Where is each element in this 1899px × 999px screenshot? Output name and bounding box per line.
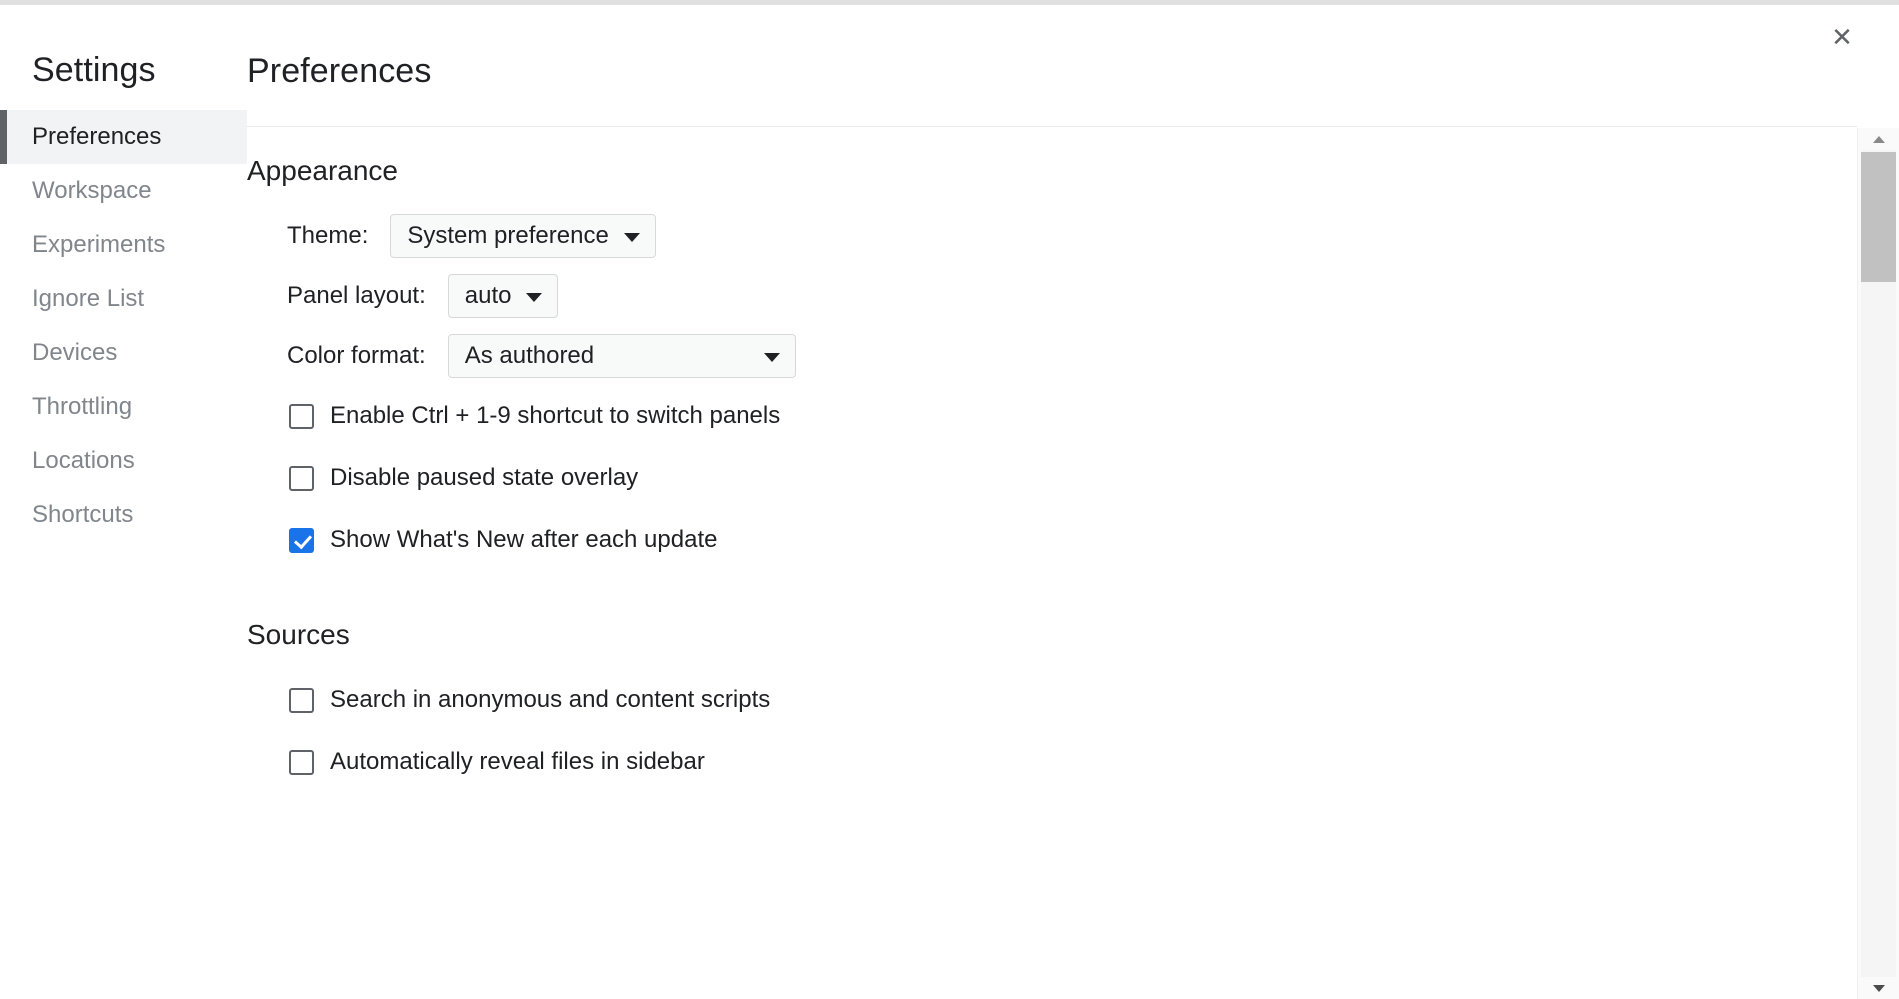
- checkbox-disable-paused-overlay[interactable]: [289, 466, 314, 492]
- scrollbar-thumb[interactable]: [1861, 152, 1896, 282]
- settings-content-pane: Preferences Appearance Theme: System pre…: [247, 5, 1899, 999]
- sidebar-item-label: Experiments: [32, 231, 166, 259]
- checkbox-show-whats-new[interactable]: [289, 528, 314, 554]
- sidebar-item-label: Shortcuts: [32, 501, 134, 529]
- scroll-up-arrow-icon[interactable]: [1858, 128, 1899, 150]
- sidebar-item-shortcuts[interactable]: Shortcuts: [0, 488, 247, 542]
- sidebar-item-label: Ignore List: [32, 285, 145, 313]
- checkbox-label: Automatically reveal files in sidebar: [330, 747, 705, 775]
- panel-layout-select[interactable]: auto: [447, 273, 559, 318]
- sidebar-item-label: Devices: [32, 339, 118, 367]
- close-icon[interactable]: ✕: [1825, 21, 1859, 55]
- checkbox-auto-reveal-files[interactable]: [289, 749, 314, 775]
- field-row-color-format: Color format: As authored: [247, 326, 1857, 386]
- color-format-select-value: As authored: [464, 341, 595, 369]
- sidebar-item-throttling[interactable]: Throttling: [0, 380, 247, 434]
- sidebar-item-label: Preferences: [32, 123, 162, 151]
- panel-layout-label: Panel layout:: [287, 281, 426, 309]
- section-title-sources: Sources: [247, 618, 350, 650]
- chevron-down-icon: [526, 292, 543, 302]
- sidebar-item-devices[interactable]: Devices: [0, 326, 247, 380]
- color-format-label: Color format:: [287, 341, 426, 369]
- section-appearance: Appearance Theme: System preference Pane…: [247, 154, 1857, 572]
- section-title-appearance: Appearance: [247, 155, 399, 186]
- content-header: Preferences: [247, 5, 1857, 127]
- settings-sidebar: Settings Preferences Workspace Experimen…: [0, 5, 247, 999]
- sidebar-item-preferences[interactable]: Preferences: [0, 110, 247, 165]
- checkbox-row-show-whats-new[interactable]: Show What's New after each update: [247, 510, 1857, 572]
- scroll-down-arrow-icon[interactable]: [1858, 977, 1899, 999]
- sidebar-item-label: Locations: [32, 447, 135, 475]
- field-row-panel-layout: Panel layout: auto: [247, 266, 1857, 326]
- settings-dialog: ✕ Settings Preferences Workspace Experim…: [0, 0, 1899, 999]
- page-title: Preferences: [247, 52, 432, 90]
- settings-scroll-area: Appearance Theme: System preference Pane…: [247, 128, 1857, 999]
- theme-select[interactable]: System preference: [390, 213, 656, 258]
- checkbox-label: Search in anonymous and content scripts: [330, 685, 771, 713]
- chevron-down-icon: [623, 232, 640, 242]
- sidebar-item-locations[interactable]: Locations: [0, 434, 247, 488]
- sidebar-item-experiments[interactable]: Experiments: [0, 218, 247, 272]
- checkbox-row-search-anonymous-scripts[interactable]: Search in anonymous and content scripts: [247, 669, 1857, 731]
- color-format-select[interactable]: As authored: [447, 333, 796, 378]
- checkbox-row-disable-paused-overlay[interactable]: Disable paused state overlay: [247, 448, 1857, 510]
- sidebar-title: Settings: [32, 51, 156, 89]
- checkbox-label: Show What's New after each update: [330, 526, 718, 554]
- sidebar-item-ignore-list[interactable]: Ignore List: [0, 272, 247, 326]
- sidebar-item-label: Throttling: [32, 393, 133, 421]
- triangle-up-icon: [1873, 135, 1885, 143]
- checkbox-row-ctrl-shortcut[interactable]: Enable Ctrl + 1-9 shortcut to switch pan…: [247, 386, 1857, 448]
- checkbox-row-auto-reveal-files[interactable]: Automatically reveal files in sidebar: [247, 731, 1857, 793]
- theme-label: Theme:: [287, 221, 369, 249]
- sidebar-item-label: Workspace: [32, 177, 152, 205]
- checkbox-label: Disable paused state overlay: [330, 464, 639, 492]
- triangle-down-icon: [1873, 984, 1885, 992]
- panel-layout-select-value: auto: [464, 281, 512, 309]
- sidebar-item-list: Preferences Workspace Experiments Ignore…: [0, 110, 247, 542]
- theme-select-value: System preference: [407, 221, 609, 249]
- checkbox-label: Enable Ctrl + 1-9 shortcut to switch pan…: [330, 402, 781, 430]
- section-sources: Sources Search in anonymous and content …: [247, 618, 1857, 794]
- checkbox-search-anonymous-scripts[interactable]: [289, 687, 314, 713]
- vertical-scrollbar[interactable]: [1857, 128, 1899, 999]
- checkbox-ctrl-shortcut[interactable]: [289, 404, 314, 430]
- sidebar-item-workspace[interactable]: Workspace: [0, 164, 247, 218]
- chevron-down-icon: [763, 352, 780, 362]
- field-row-theme: Theme: System preference: [247, 206, 1857, 266]
